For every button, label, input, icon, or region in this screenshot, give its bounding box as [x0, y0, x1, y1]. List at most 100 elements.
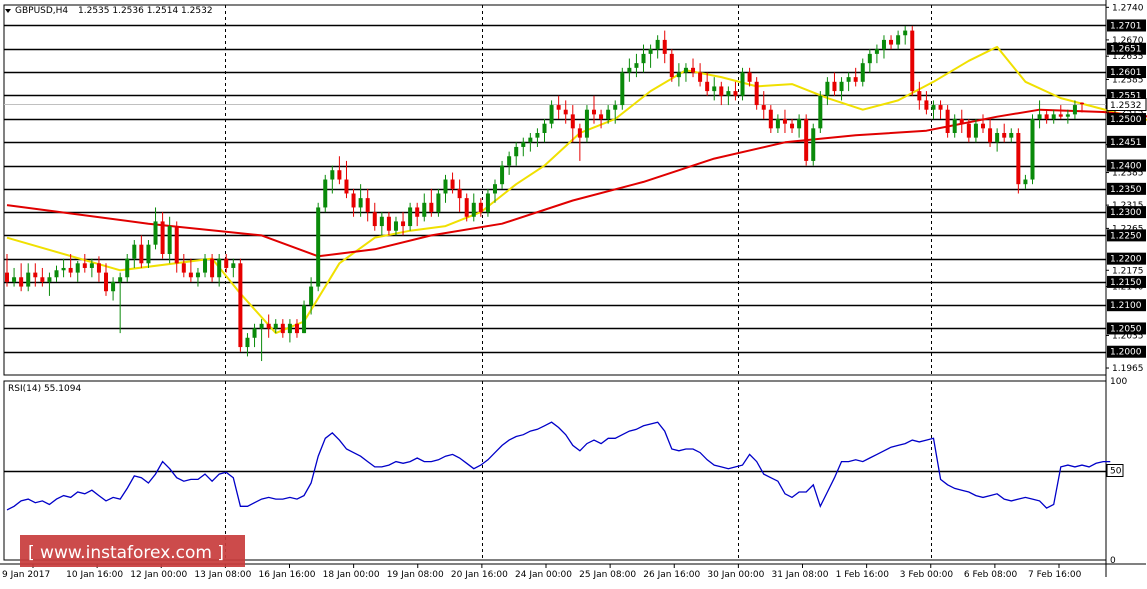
time-tick-label: 1 Feb 16:00 [836, 570, 890, 580]
candle-body [811, 128, 816, 161]
candle-body [316, 207, 321, 287]
price-tick-label: 1.2740 [1112, 3, 1144, 13]
time-tick-label: 30 Jan 00:00 [707, 570, 764, 580]
candle [1030, 114, 1035, 185]
candle-body [12, 277, 17, 282]
candle-body [415, 207, 420, 217]
price-tick-label: 1.1965 [1112, 364, 1144, 374]
candle-body [620, 72, 625, 106]
candle-body [478, 202, 483, 213]
level-price-label: 1.2200 [1110, 255, 1142, 265]
candle-body [337, 170, 342, 180]
candle-body [570, 114, 575, 129]
level-price-label: 1.2050 [1110, 324, 1142, 334]
time-tick-label: 10 Jan 16:00 [66, 570, 123, 580]
candle [584, 105, 589, 143]
candle-body [818, 95, 823, 129]
candle-body [139, 244, 144, 264]
level-price-label: 1.2000 [1110, 348, 1142, 358]
candle-body [896, 35, 901, 45]
candle-body [584, 109, 589, 138]
candle-body [634, 63, 639, 68]
candle-body [931, 105, 936, 110]
candle-body [719, 86, 724, 96]
candle-body [881, 39, 886, 50]
time-tick-label: 24 Jan 00:00 [515, 570, 572, 580]
candle [910, 25, 915, 96]
candle-body [33, 272, 38, 278]
candle-body [712, 86, 717, 92]
candle-body [330, 170, 335, 180]
candle-body [1044, 114, 1049, 120]
candle [811, 123, 816, 166]
candle-body [910, 30, 915, 92]
candle-body [980, 123, 985, 129]
level-price-label: 1.2100 [1110, 301, 1142, 311]
candle-body [89, 263, 94, 268]
time-tick-label: 6 Feb 08:00 [964, 570, 1018, 580]
candle-body [344, 179, 349, 194]
candle-body [195, 272, 200, 278]
candle-body [160, 221, 165, 254]
candle-body [393, 221, 398, 231]
candle-body [691, 67, 696, 73]
candle-body [111, 281, 116, 292]
candle-body [1023, 179, 1028, 185]
candle-body [75, 263, 80, 273]
candle-body [323, 179, 328, 208]
candle-body [309, 286, 314, 306]
candle-body [485, 193, 490, 213]
level-price-label: 1.2451 [1110, 138, 1142, 148]
candle-body [245, 337, 250, 348]
candle-body [782, 119, 787, 124]
candle-body [726, 91, 731, 96]
candle-body [19, 277, 24, 287]
candle-body [973, 123, 978, 138]
candle-body [705, 81, 710, 92]
candle-body [874, 49, 879, 54]
candle-body [676, 72, 681, 78]
candle [740, 67, 745, 101]
candle-body [988, 128, 993, 143]
candle-body [507, 156, 512, 166]
candle-body [422, 202, 427, 217]
candle-body [203, 258, 208, 273]
candle [1016, 128, 1021, 194]
candle-body [153, 221, 158, 245]
candle-body [775, 119, 780, 129]
candle-body [627, 67, 632, 73]
candle-body [167, 226, 172, 254]
candle [323, 174, 328, 213]
candle-body [924, 100, 929, 110]
candle-body [68, 267, 73, 273]
chart-canvas: 1.27401.26701.26351.25851.25151.24451.23… [0, 0, 1147, 585]
candle-body [96, 263, 101, 273]
symbol-label: GBPUSD,H4 [15, 6, 68, 16]
candle-body [443, 179, 448, 194]
level-price-label: 1.2400 [1110, 162, 1142, 172]
candle-body [952, 119, 957, 133]
candle-body [40, 277, 45, 282]
candle-body [747, 72, 752, 82]
candle-body [365, 198, 370, 213]
candle-body [804, 119, 809, 161]
price-tick-label: 1.2175 [1112, 266, 1144, 276]
level-price-label: 1.2500 [1110, 115, 1142, 125]
candle-body [386, 216, 391, 231]
candle-body [125, 258, 130, 278]
time-tick-label: 20 Jan 16:00 [451, 570, 508, 580]
candle-body [853, 77, 858, 82]
candle-body [606, 109, 611, 120]
candle-body [372, 212, 377, 227]
candle-body [351, 193, 356, 208]
background [0, 0, 1147, 585]
rsi-label: RSI(14) 55.1094 [8, 384, 81, 394]
candle-body [740, 72, 745, 96]
candle-body [1030, 119, 1035, 180]
level-price-label: 1.2701 [1110, 21, 1142, 31]
candle-body [556, 105, 561, 110]
candle-body [832, 81, 837, 92]
time-tick-label: 19 Jan 08:00 [387, 570, 444, 580]
candle-body [528, 137, 533, 143]
candle-body [733, 91, 738, 96]
